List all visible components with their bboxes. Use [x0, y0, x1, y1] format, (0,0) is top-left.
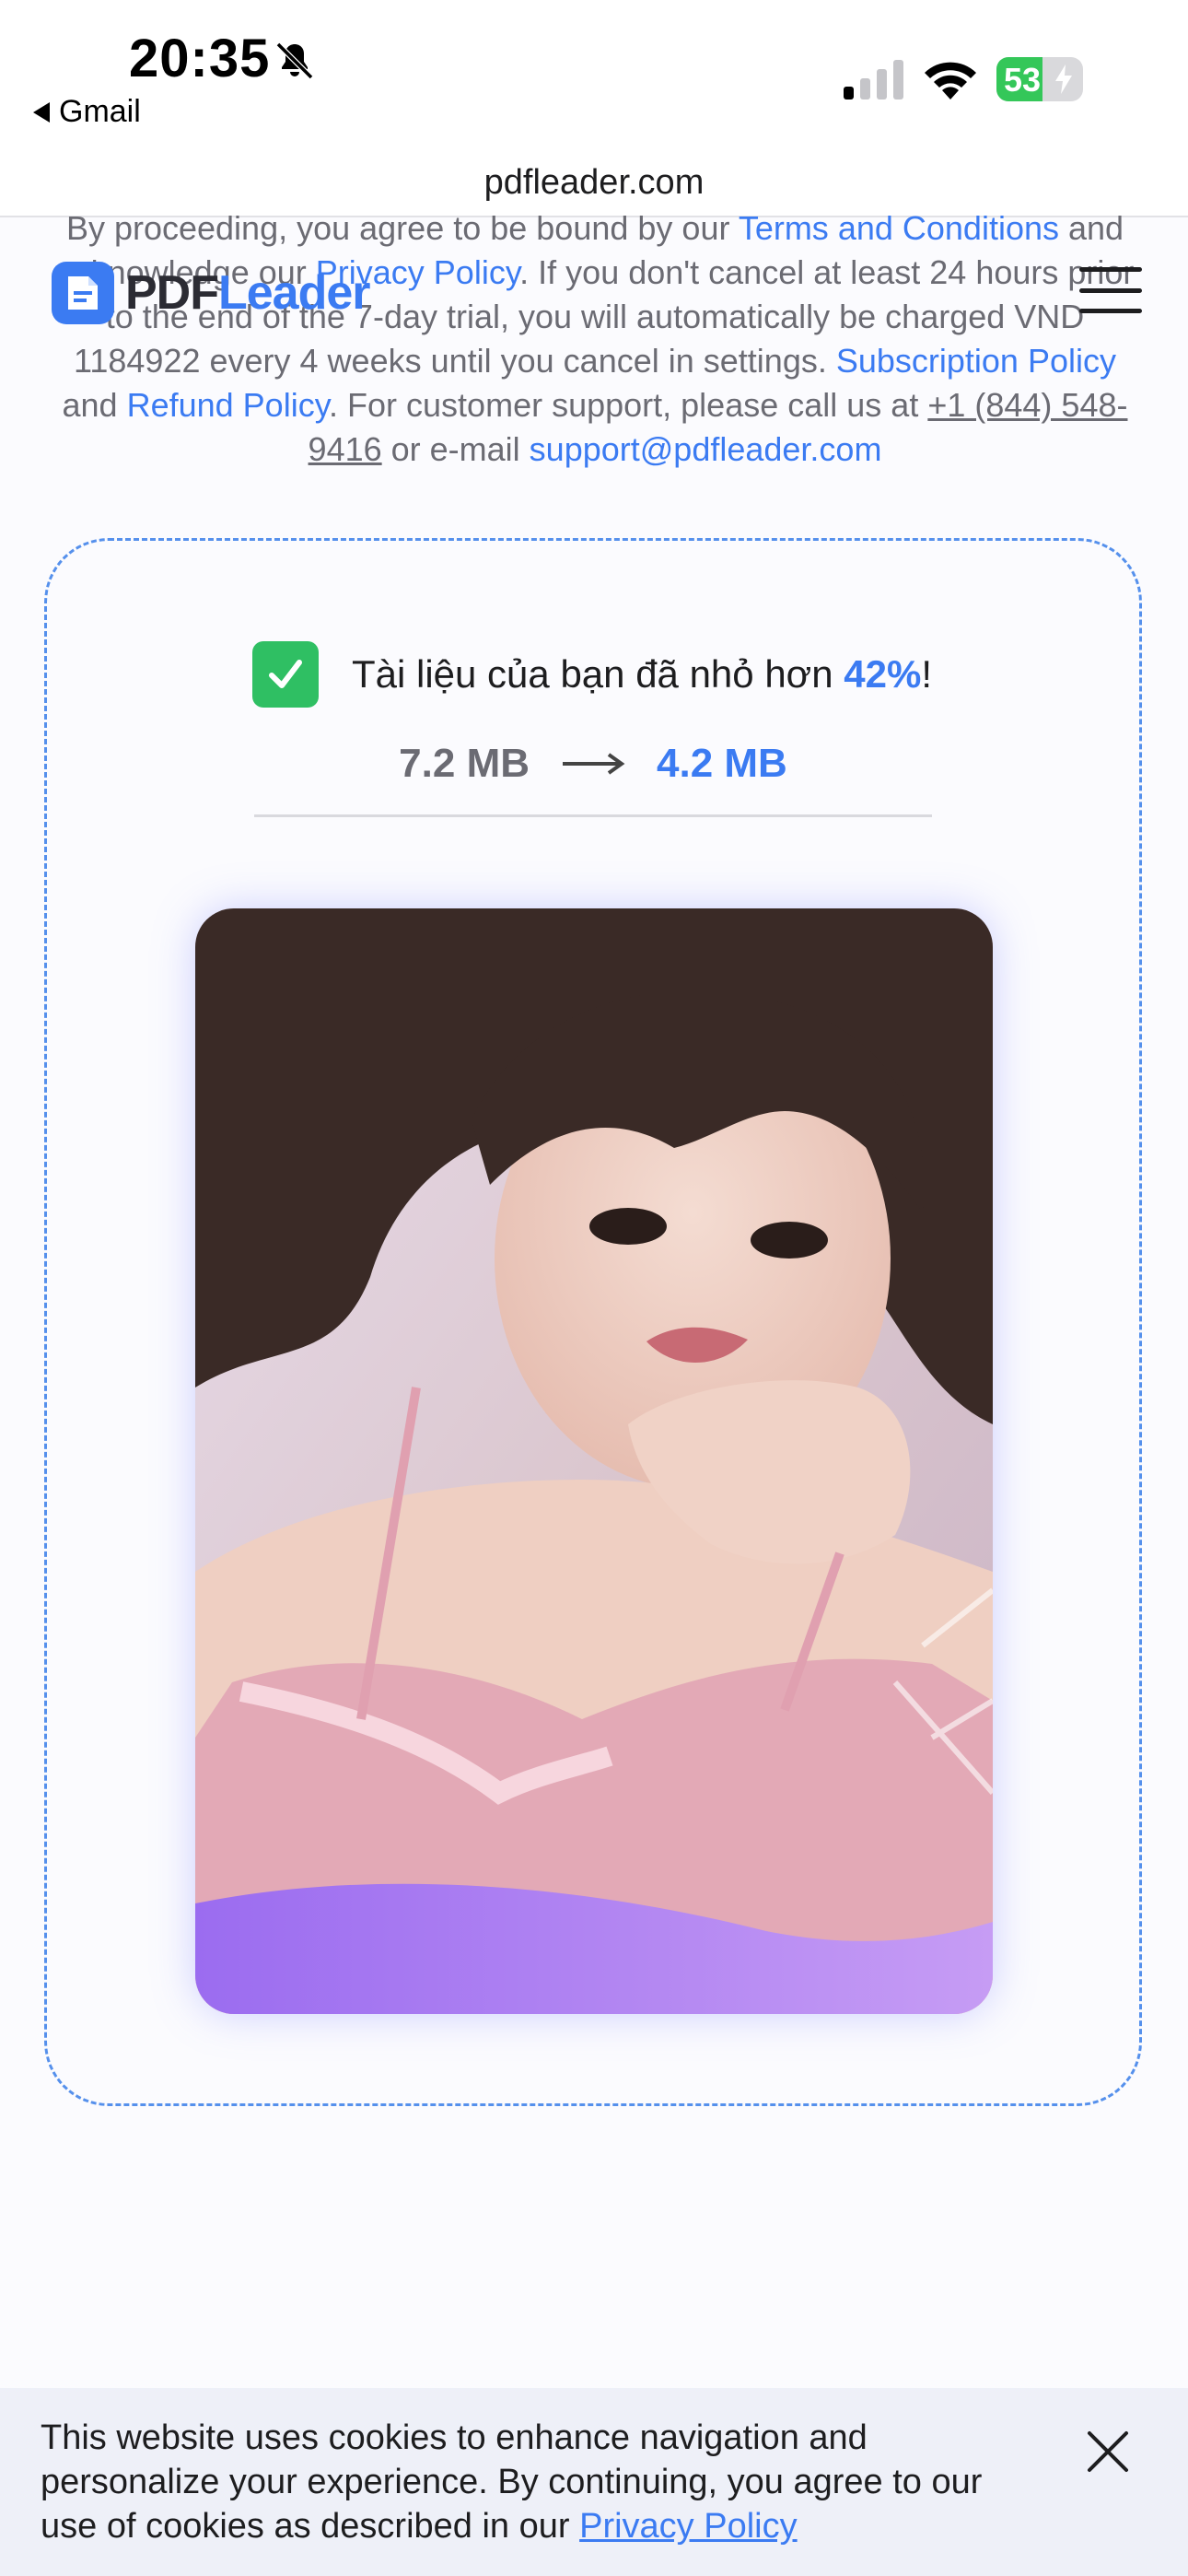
legal-text-1: By proceeding, you agree to be bound by … [65, 209, 739, 247]
wifi-icon [925, 62, 976, 100]
cookie-banner: This website uses cookies to enhance nav… [0, 2388, 1188, 2576]
menu-line [1079, 287, 1142, 293]
status-bar: 20:35 Gmail 53 [0, 0, 1188, 157]
size-comparison: 7.2 MB 4.2 MB [254, 741, 932, 787]
legal-disclaimer: By proceeding, you agree to be bound by … [52, 206, 1138, 472]
back-app-label: Gmail [59, 94, 141, 129]
result-message-text: Tài liệu của bạn đã nhỏ hơn [352, 652, 844, 696]
size-before: 7.2 MB [399, 741, 530, 786]
cookie-message: This website uses cookies to enhance nav… [41, 2416, 1035, 2548]
pdfleader-logo[interactable]: PDFLeader [48, 258, 371, 328]
subscription-policy-link[interactable]: Subscription Policy [836, 342, 1116, 380]
result-percent: 42% [844, 652, 922, 696]
preview-photo [195, 908, 993, 2014]
signal-icon [844, 60, 903, 100]
legal-text-6: or e-mail [381, 430, 530, 468]
close-icon[interactable] [1085, 2429, 1131, 2475]
url-text: pdfleader.com [483, 163, 705, 202]
legal-text-5: . For customer support, please call us a… [329, 386, 928, 424]
back-triangle-icon [33, 101, 50, 123]
arrow-right-icon [563, 753, 625, 775]
charging-bolt-icon [1055, 64, 1072, 94]
cookie-privacy-link[interactable]: Privacy Policy [579, 2507, 798, 2546]
checkmark-icon [252, 641, 319, 708]
logo-text-pdf: PDF [125, 266, 219, 320]
support-email-link[interactable]: support@pdfleader.com [530, 430, 882, 468]
document-preview-image [195, 908, 993, 2014]
logo-wordmark: PDFLeader [125, 265, 371, 321]
result-suffix: ! [921, 652, 932, 696]
logo-text-leader: Leader [218, 266, 371, 320]
bell-slash-icon [275, 41, 314, 80]
result-message: Tài liệu của bạn đã nhỏ hơn 42%! [352, 652, 932, 697]
status-time: 20:35 [129, 29, 271, 88]
back-to-app-link[interactable]: Gmail [33, 94, 141, 130]
hamburger-menu-icon[interactable] [1079, 267, 1142, 313]
compression-result: Tài liệu của bạn đã nhỏ hơn 42%! [252, 641, 932, 708]
terms-link[interactable]: Terms and Conditions [739, 209, 1059, 247]
refund-policy-link[interactable]: Refund Policy [127, 386, 329, 424]
menu-line [1079, 309, 1142, 313]
cookie-text: This website uses cookies to enhance nav… [41, 2418, 983, 2546]
logo-icon [52, 262, 114, 324]
divider [254, 814, 932, 817]
battery-icon: 53 [996, 57, 1083, 101]
checkmark-glyph-icon [269, 660, 302, 688]
size-after: 4.2 MB [657, 741, 787, 786]
menu-line [1079, 267, 1142, 272]
battery-level: 53 [1004, 61, 1042, 99]
legal-text-4: and [62, 386, 127, 424]
